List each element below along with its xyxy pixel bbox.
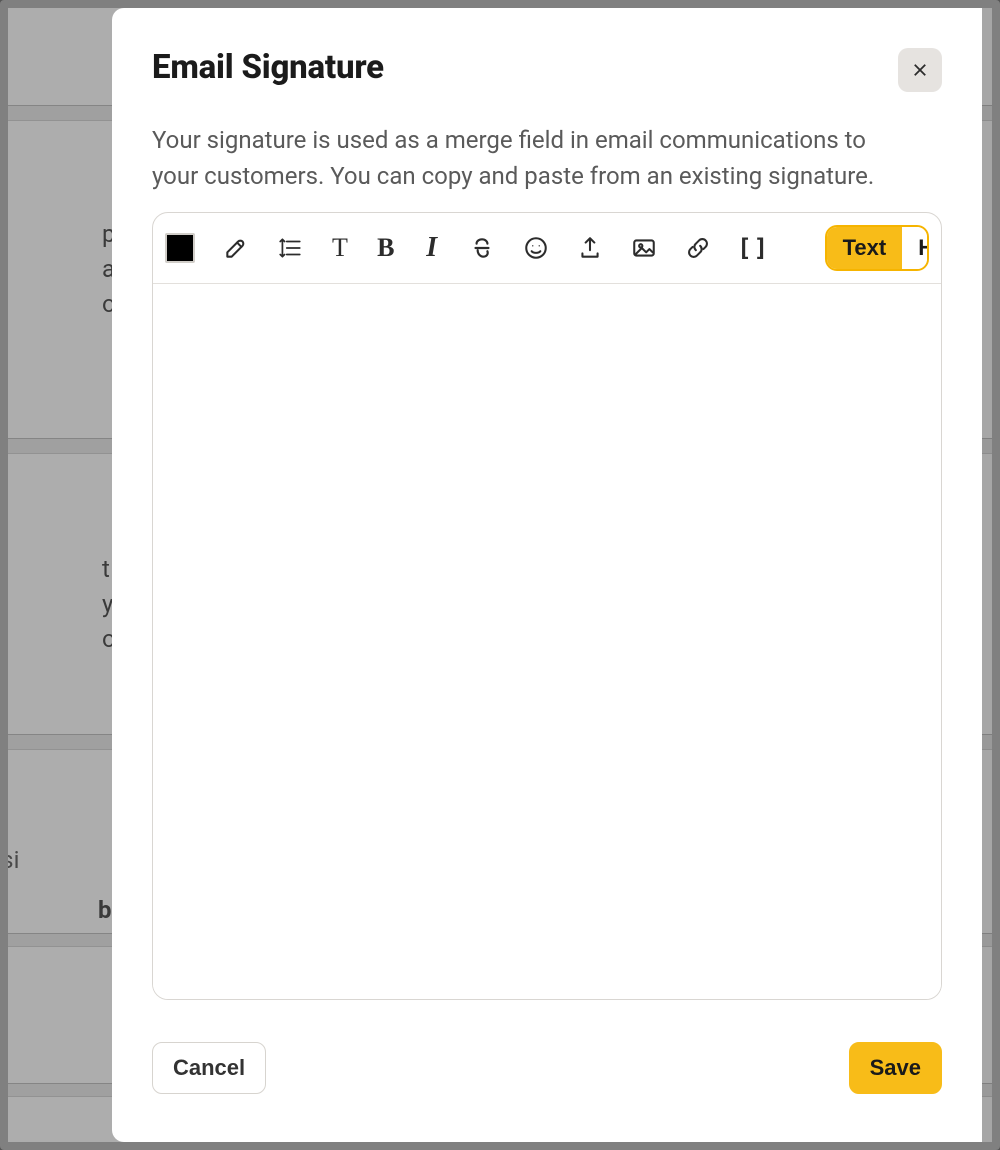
text-color-button[interactable] [165, 233, 195, 263]
italic-icon: I [426, 232, 437, 264]
link-icon [685, 235, 711, 261]
merge-field-button[interactable]: [] [739, 233, 769, 263]
modal-header: Email Signature [112, 8, 982, 92]
emoji-button[interactable] [523, 233, 549, 263]
bold-button[interactable]: B [377, 233, 395, 263]
color-swatch-icon [165, 233, 195, 263]
email-signature-modal: Email Signature Your signature is used a… [112, 8, 982, 1142]
rich-text-editor: T B I [152, 212, 942, 1000]
italic-button[interactable]: I [423, 233, 441, 263]
emoji-icon [523, 235, 549, 261]
highlight-button[interactable] [223, 233, 249, 263]
image-icon [631, 235, 657, 261]
line-height-button[interactable] [277, 233, 303, 263]
highlighter-icon [223, 235, 249, 261]
editor-mode-toggle: Text HTML [825, 225, 929, 271]
editor-toolbar: T B I [153, 213, 941, 284]
save-button[interactable]: Save [849, 1042, 942, 1094]
modal-footer: Cancel Save [112, 1000, 982, 1134]
bold-icon: B [377, 233, 394, 263]
cancel-button[interactable]: Cancel [152, 1042, 266, 1094]
mode-text-button[interactable]: Text [827, 227, 903, 269]
modal-title: Email Signature [152, 48, 384, 87]
line-spacing-icon [277, 235, 303, 261]
scrollbar-track[interactable] [982, 8, 992, 1142]
font-button[interactable]: T [331, 233, 349, 263]
modal-description: Your signature is used as a merge field … [112, 92, 932, 194]
upload-button[interactable] [577, 233, 603, 263]
mode-html-button[interactable]: HTML [902, 227, 929, 269]
strikethrough-icon [469, 235, 495, 261]
insert-link-button[interactable] [685, 233, 711, 263]
upload-icon [577, 235, 603, 261]
brackets-icon: [] [737, 234, 770, 262]
font-icon: T [332, 233, 348, 263]
insert-image-button[interactable] [631, 233, 657, 263]
close-icon [911, 61, 929, 79]
strikethrough-button[interactable] [469, 233, 495, 263]
signature-textarea[interactable] [153, 284, 941, 999]
close-button[interactable] [898, 48, 942, 92]
